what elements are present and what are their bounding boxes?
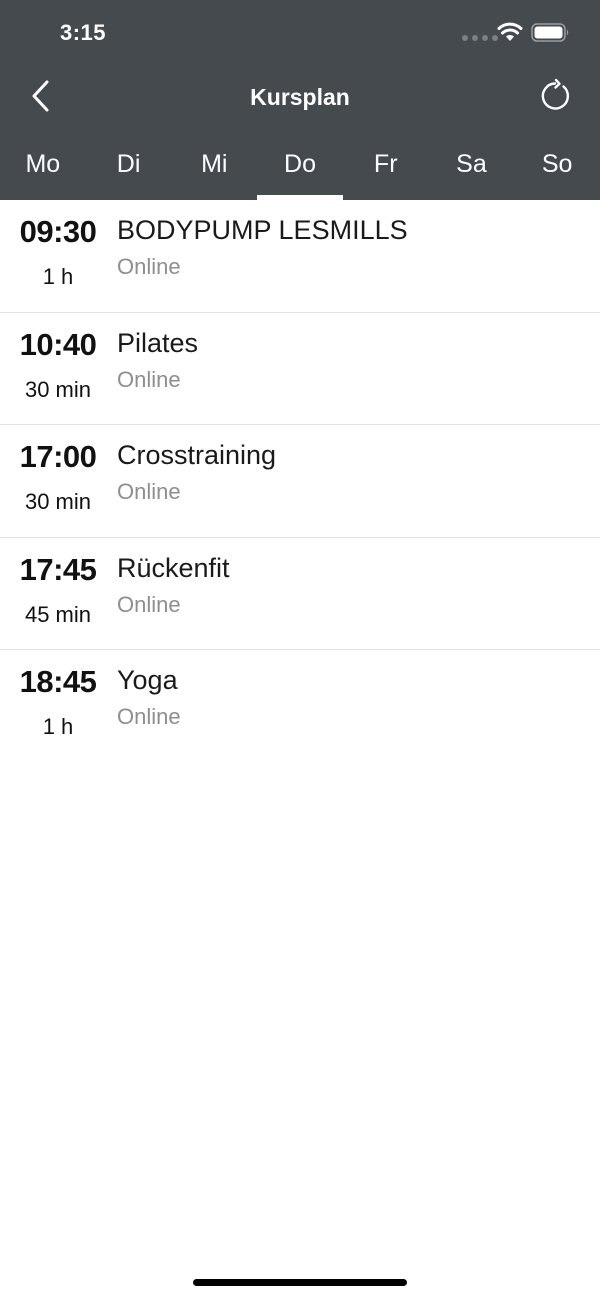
tab-friday[interactable]: Fr [343,128,429,200]
course-row[interactable]: 09:30 1 h BODYPUMP LESMILLS Online [0,200,600,313]
course-duration: 1 h [42,264,74,289]
tab-saturday[interactable]: Sa [429,128,515,200]
tab-sunday[interactable]: So [514,128,600,200]
wifi-icon [497,22,523,41]
course-time: 17:00 [19,439,97,475]
course-name: BODYPUMP LESMILLS [117,215,408,245]
course-location: Online [117,704,181,730]
home-indicator[interactable] [193,1279,407,1286]
course-duration: 30 min [24,376,92,402]
course-time: 10:40 [19,326,97,362]
refresh-icon[interactable] [537,78,573,114]
status-bar: 3:15 [0,0,600,66]
course-row[interactable]: 17:45 45 min Rückenfit Online [0,538,600,651]
course-time: 18:45 [19,664,97,700]
page-title: Kursplan [250,84,350,110]
course-location: Online [117,366,181,392]
course-location: Online [117,591,181,617]
course-name: Yoga [117,665,178,696]
course-time: 17:45 [19,551,97,587]
tab-monday[interactable]: Mo [0,128,86,200]
chevron-left-icon[interactable] [26,76,56,116]
course-duration: 30 min [24,489,92,515]
course-row[interactable]: 18:45 1 h Yoga Online [0,650,600,763]
course-name: Crosstraining [117,440,277,471]
tab-thursday[interactable]: Do [257,128,343,200]
tab-tuesday[interactable]: Di [86,128,172,200]
course-location: Online [117,254,181,279]
weekday-tabs: Mo Di Mi Do Fr Sa So [0,128,600,200]
course-name: Pilates [117,327,199,358]
course-name: Rückenfit [117,552,230,583]
course-location: Online [117,479,181,505]
course-row[interactable]: 10:40 30 min Pilates Online [0,313,600,426]
course-duration: 1 h [42,714,74,740]
course-list: 09:30 1 h BODYPUMP LESMILLS Online 10:40… [0,200,600,763]
navigation-bar: Kursplan [0,66,600,128]
course-row[interactable]: 17:00 30 min Crosstraining Online [0,425,600,538]
course-time: 09:30 [19,214,97,249]
cellular-signal-icon [462,35,498,41]
app-header: 3:15 Kursplan Mo Di Mi Do Fr Sa So [0,0,600,200]
battery-icon [531,23,569,42]
status-time: 3:15 [60,20,107,45]
course-duration: 45 min [24,601,92,627]
tab-wednesday[interactable]: Mi [171,128,257,200]
